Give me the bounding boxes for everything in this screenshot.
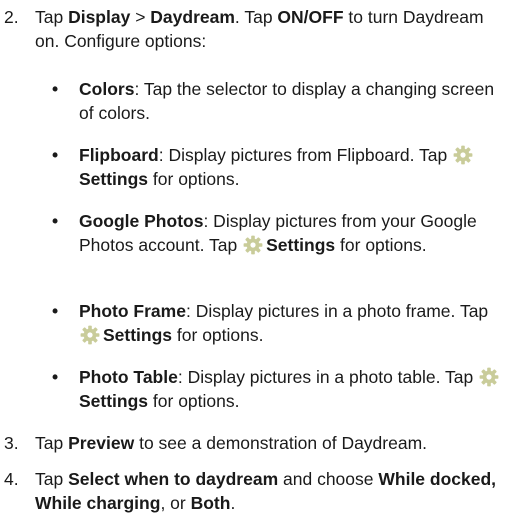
bold-term: Settings [103,325,173,345]
instructions-page: 2. Tap Display > Daydream. Tap ON/OFF to… [0,0,510,513]
step-text: Tap Preview to see a demonstration of Da… [35,431,505,455]
text-run: : Display pictures in a photo frame. Tap [185,301,489,321]
bold-term: Display [68,7,131,27]
bold-term: Settings [266,235,336,255]
text-run: for options. [148,391,240,411]
text-run: Tap [35,7,69,27]
bold-term: Flipboard [79,145,159,165]
settings-gear-icon [243,235,263,255]
settings-gear-icon [80,325,100,345]
bullet-dot: • [52,145,59,165]
settings-gear-icon [479,367,499,387]
text-run: Tap [35,469,69,489]
bold-term: Daydream [150,7,235,27]
bold-term: Both [190,493,231,513]
text-run: and choose [278,469,379,489]
bold-term: Photo Table [79,367,178,387]
bullet-text: Photo Table: Display pictures in a photo… [79,365,505,413]
bold-term: Photo Frame [79,301,186,321]
bullet-text: Colors: Tap the selector to display a ch… [79,77,505,125]
bold-term: Preview [68,433,135,453]
bullet-dot: • [52,301,59,321]
text-run: . Tap [234,7,278,27]
text-run: > [130,7,151,27]
text-run: Tap [35,433,69,453]
bullet-text: Photo Frame: Display pictures in a photo… [79,299,505,347]
bullet-dot: • [52,211,59,231]
bold-term: Google Photos [79,211,204,231]
bold-term: ON/OFF [277,7,344,27]
text-run: for options. [335,235,427,255]
text-run: : Display pictures from Flipboard. Tap [158,145,453,165]
bold-term: Colors [79,79,135,99]
text-run: : Tap the selector to display a changing… [79,79,495,123]
text-run: : Display pictures in a photo table. Tap [177,367,479,387]
bold-term: Select when to daydream [68,469,279,489]
bullet-text: Google Photos: Display pictures from you… [79,209,505,257]
bullet-dot: • [52,367,59,387]
text-run: for options. [148,169,240,189]
step-number: 4. [4,469,19,489]
text-run: , or [160,493,191,513]
bullet-text: Flipboard: Display pictures from Flipboa… [79,143,505,191]
text-run: to see a demonstration of Daydream. [134,433,428,453]
text-run: . [230,493,236,513]
settings-gear-icon [453,145,473,165]
bold-term: Settings [79,391,149,411]
bullet-dot: • [52,79,59,99]
step-text: Tap Display > Daydream. Tap ON/OFF to tu… [35,5,505,53]
step-text: Tap Select when to daydream and choose W… [35,467,505,515]
text-run: for options. [172,325,264,345]
step-number: 2. [4,7,19,27]
step-number: 3. [4,433,19,453]
bold-term: Settings [79,169,149,189]
